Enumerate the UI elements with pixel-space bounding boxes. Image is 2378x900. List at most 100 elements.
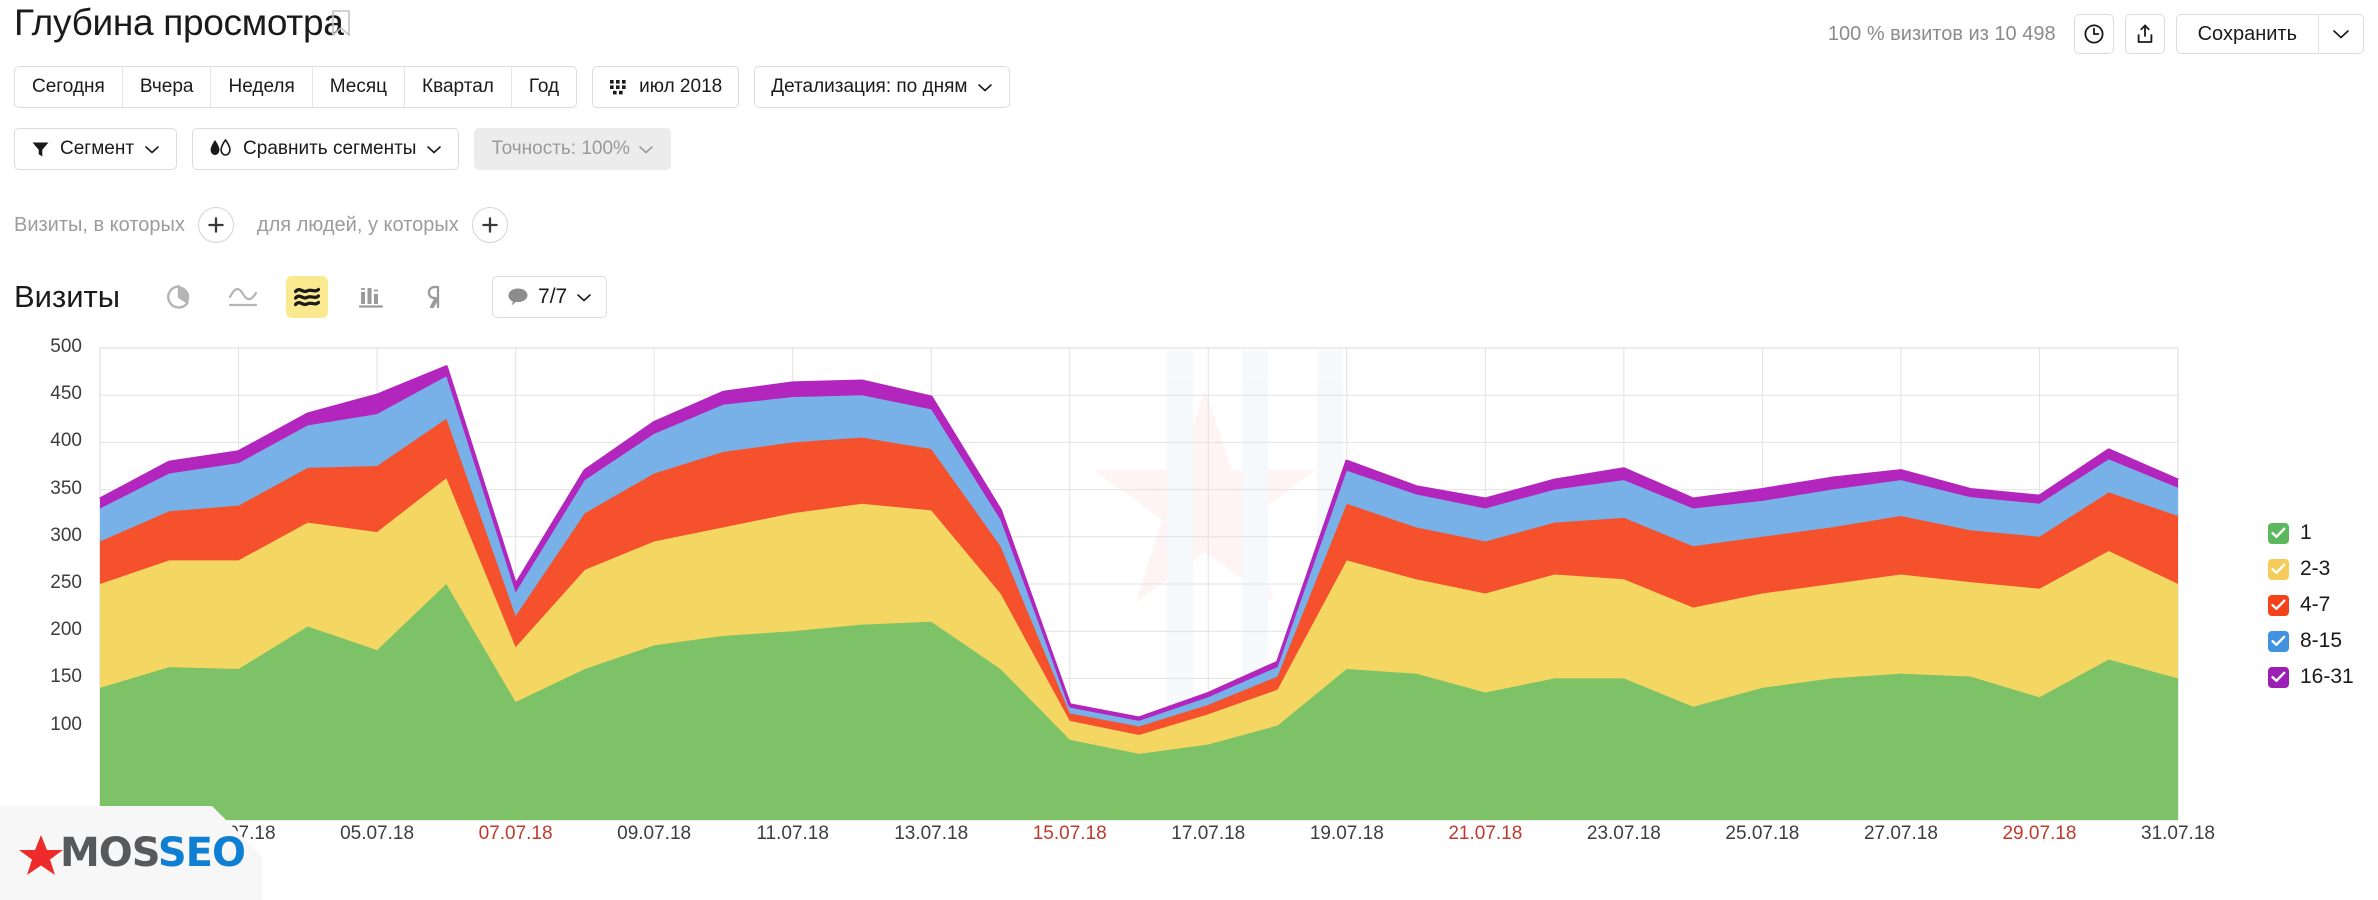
- period-tab-label: Квартал: [422, 76, 494, 97]
- save-button-group: Сохранить: [2175, 14, 2364, 54]
- map-view-button[interactable]: [414, 276, 456, 318]
- export-button[interactable]: [2124, 14, 2165, 54]
- period-tab-3[interactable]: Месяц: [313, 67, 406, 107]
- y-axis-tick-label: 100: [50, 713, 82, 735]
- period-tab-1[interactable]: Вчера: [123, 67, 212, 107]
- chart-container: 100150200250300350400450500 03.07.1805.0…: [0, 330, 2378, 900]
- metric-title: Визиты: [14, 279, 121, 314]
- pie-chart-view-button[interactable]: [158, 276, 200, 318]
- bar-chart-view-button[interactable]: [350, 276, 392, 318]
- legend-checkbox[interactable]: [2268, 630, 2289, 652]
- line-chart-icon: [228, 288, 258, 307]
- calendar-grid-icon: [610, 80, 626, 95]
- legend-item-16-31[interactable]: 16-31: [2268, 659, 2354, 695]
- chevron-down-icon: [427, 145, 442, 154]
- y-axis-tick-label: 450: [50, 383, 82, 405]
- people-filter-label: для людей, у которых: [256, 213, 459, 236]
- header-actions: 100 % визитов из 10 498 Сохранить: [1828, 11, 2364, 57]
- watermark-text-blue: SEO: [157, 830, 246, 876]
- period-tab-2[interactable]: Неделя: [211, 67, 313, 107]
- watermark-text-dark: MOS: [60, 830, 159, 876]
- plus-icon: [208, 217, 224, 233]
- legend-item-2-3[interactable]: 2-3: [2268, 551, 2354, 587]
- comments-count: 7/7: [538, 285, 568, 308]
- y-axis-tick-label: 250: [50, 572, 82, 593]
- date-picker-label: июл 2018: [639, 76, 723, 97]
- y-axis-tick-label: 150: [50, 666, 82, 688]
- chevron-down-icon: [577, 293, 592, 302]
- chevron-down-icon: [639, 145, 653, 154]
- legend-checkbox[interactable]: [2268, 594, 2289, 616]
- check-icon: [2271, 527, 2286, 538]
- period-tab-label: Месяц: [329, 76, 388, 97]
- legend-item-8-15[interactable]: 8-15: [2268, 623, 2354, 659]
- stacked-area-chart[interactable]: [0, 330, 2378, 830]
- plus-icon: [481, 217, 498, 233]
- x-axis-tick-label: 13.07.18: [894, 823, 969, 844]
- date-picker-button[interactable]: июл 2018: [592, 66, 740, 108]
- detail-select-button[interactable]: Детализация: по дням: [754, 66, 1011, 108]
- x-axis-tick-label: 19.07.18: [1309, 823, 1384, 844]
- history-button[interactable]: [2073, 14, 2114, 54]
- visits-filter-label: Визиты, в которых: [14, 213, 185, 236]
- chart-legend: 1 2-3 4-7 8-15 16-31: [2268, 515, 2354, 695]
- watermark: MOSSEO: [0, 806, 300, 900]
- legend-checkbox[interactable]: [2268, 522, 2289, 544]
- x-axis-tick-label: 17.07.18: [1171, 823, 1246, 844]
- line-chart-view-button[interactable]: [222, 276, 264, 318]
- clock-icon: [2084, 24, 2104, 44]
- x-axis-tick-label: 09.07.18: [617, 823, 692, 844]
- save-dropdown-button[interactable]: [2318, 15, 2363, 53]
- segment-toolbar: Сегмент Сравнить сегменты Точность: 100%: [14, 128, 671, 170]
- period-tab-label: Неделя: [228, 76, 295, 97]
- comments-button[interactable]: 7/7: [492, 276, 608, 318]
- x-axis-tick-label: 21.07.18: [1448, 823, 1523, 844]
- x-axis-tick-label: 07.07.18: [478, 823, 553, 844]
- compare-drops-icon: [210, 139, 231, 156]
- y-axis-tick-label: 500: [50, 336, 82, 357]
- y-axis-tick-label: 350: [50, 477, 82, 499]
- check-icon: [2271, 563, 2286, 574]
- y-axis-tick-label: 400: [50, 430, 82, 452]
- add-visits-filter-button[interactable]: [197, 207, 234, 243]
- bookmark-icon[interactable]: [332, 10, 350, 36]
- bar-chart-icon: [358, 288, 384, 308]
- funnel-icon: [32, 142, 49, 156]
- check-icon: [2271, 671, 2286, 682]
- legend-label: 4-7: [2300, 593, 2331, 616]
- legend-item-4-7[interactable]: 4-7: [2268, 587, 2354, 623]
- area-chart-view-button[interactable]: [286, 276, 329, 318]
- add-people-filter-button[interactable]: [471, 207, 508, 243]
- legend-label: 2-3: [2300, 557, 2331, 580]
- x-axis-tick-label: 31.07.18: [2141, 823, 2215, 844]
- legend-label: 8-15: [2300, 629, 2343, 652]
- accuracy-label: Точность: 100%: [491, 138, 630, 159]
- page-title: Глубина просмотра: [14, 2, 344, 43]
- legend-label: 16-31: [2300, 665, 2354, 688]
- pie-chart-icon: [167, 285, 190, 309]
- accuracy-button[interactable]: Точность: 100%: [474, 128, 671, 170]
- x-axis-tick-label: 25.07.18: [1725, 823, 1800, 844]
- legend-checkbox[interactable]: [2268, 558, 2289, 580]
- legend-checkbox[interactable]: [2268, 666, 2289, 688]
- comment-bubble-icon: [508, 288, 528, 306]
- check-icon: [2271, 599, 2286, 610]
- compare-segments-button[interactable]: Сравнить сегменты: [192, 128, 460, 170]
- x-axis-tick-label: 15.07.18: [1032, 823, 1107, 844]
- x-axis-tick-label: 29.07.18: [2002, 823, 2077, 844]
- period-tab-group: Сегодня Вчера Неделя Месяц Квартал Год: [14, 66, 578, 108]
- watermark-text: MOSSEO: [60, 830, 246, 876]
- legend-item-1[interactable]: 1: [2268, 515, 2354, 551]
- save-button[interactable]: Сохранить: [2177, 15, 2318, 53]
- chevron-down-icon: [145, 145, 159, 154]
- chevron-down-icon: [978, 83, 993, 92]
- period-toolbar: Сегодня Вчера Неделя Месяц Квартал Год июл 20…: [14, 66, 1011, 108]
- segment-button[interactable]: Сегмент: [14, 128, 178, 170]
- x-axis-tick-label: 11.07.18: [756, 823, 829, 844]
- period-tab-0[interactable]: Сегодня: [15, 67, 123, 107]
- x-axis-tick-label: 23.07.18: [1586, 823, 1661, 844]
- period-tab-label: Год: [528, 76, 560, 97]
- period-tab-5[interactable]: Год: [512, 67, 576, 107]
- filter-row: Визиты, в которых для людей, у которых: [14, 207, 508, 243]
- period-tab-4[interactable]: Квартал: [405, 67, 512, 107]
